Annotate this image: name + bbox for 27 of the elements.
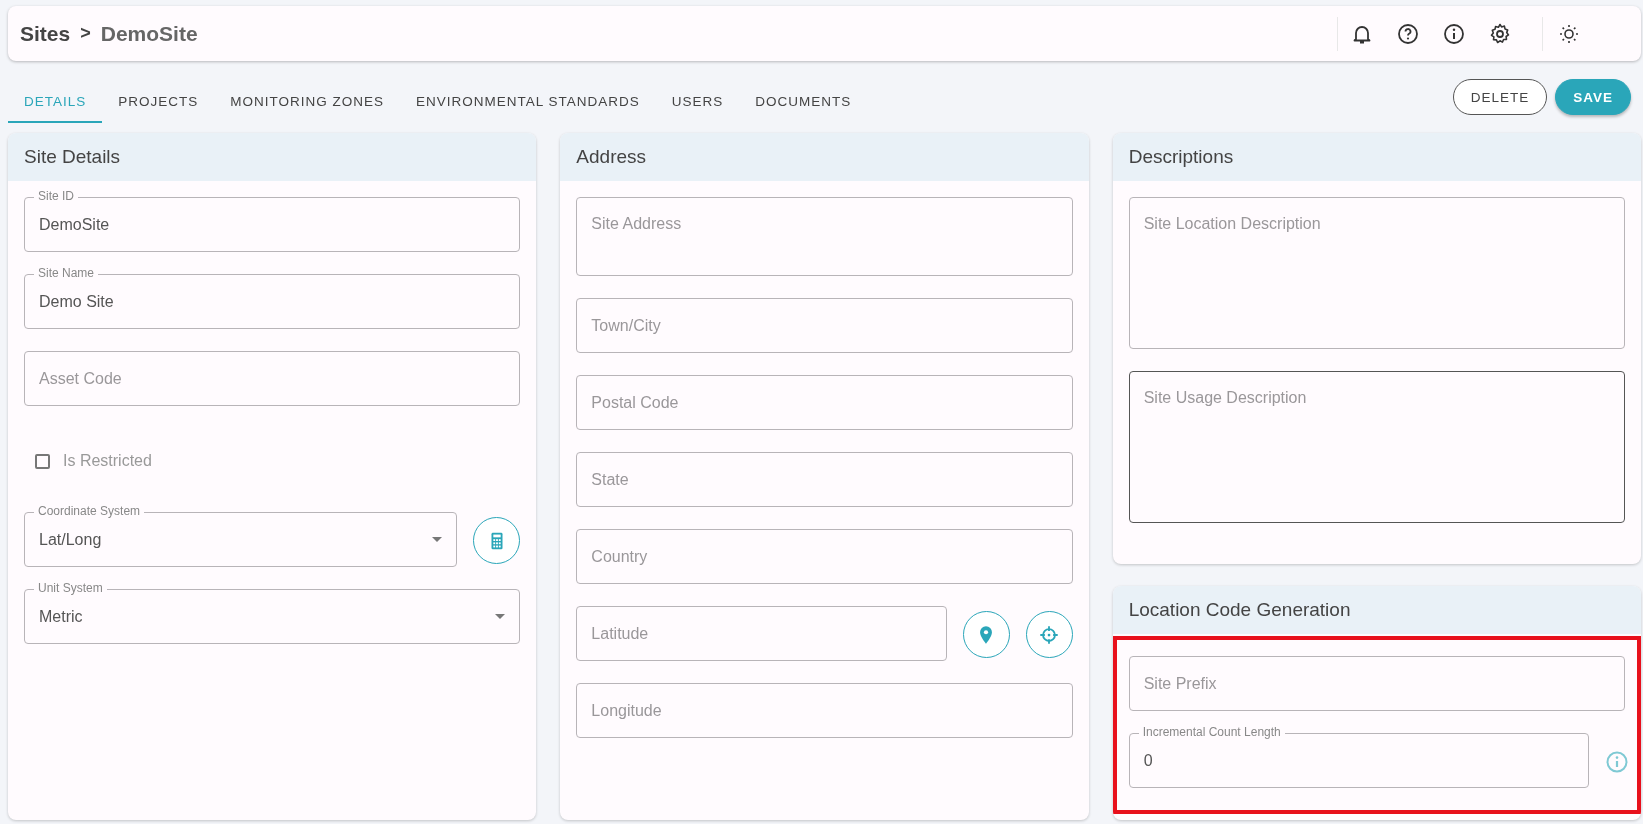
info-icon [1442, 21, 1466, 46]
tab[interactable]: PROJECTS [102, 81, 215, 123]
page-title: DemoSite [100, 21, 198, 46]
calculator-button[interactable] [473, 517, 521, 564]
tab[interactable]: ENVIRONMENTAL STANDARDS [400, 81, 656, 123]
save-button[interactable]: SAVE [1555, 79, 1631, 115]
help-icon [1396, 21, 1420, 46]
tab[interactable]: DETAILS [8, 81, 103, 123]
tab[interactable]: MONITORING ZONES [214, 81, 401, 123]
map-pin-button[interactable] [962, 611, 1010, 658]
panel-title: Address [560, 133, 1089, 181]
breadcrumb-link[interactable]: Sites [20, 21, 71, 46]
panel-title: Descriptions [1112, 133, 1641, 181]
panel-title: Location Code Generation [1112, 586, 1641, 634]
help-button[interactable] [1396, 21, 1420, 46]
settings-button[interactable] [1488, 21, 1512, 46]
tab[interactable]: USERS [655, 81, 740, 123]
tab[interactable]: DOCUMENTS [739, 81, 868, 123]
checkbox[interactable]: Is Restricted [24, 428, 152, 490]
locate-button[interactable] [1025, 611, 1073, 658]
info-icon [1605, 750, 1629, 774]
settings-icon [1488, 21, 1512, 46]
info-button[interactable] [1442, 21, 1466, 46]
delete-button[interactable]: DELETE [1452, 79, 1548, 115]
breadcrumb-separator: > [80, 23, 91, 44]
panel-title: Site Details [8, 133, 537, 181]
crosshair-icon [1038, 623, 1061, 646]
